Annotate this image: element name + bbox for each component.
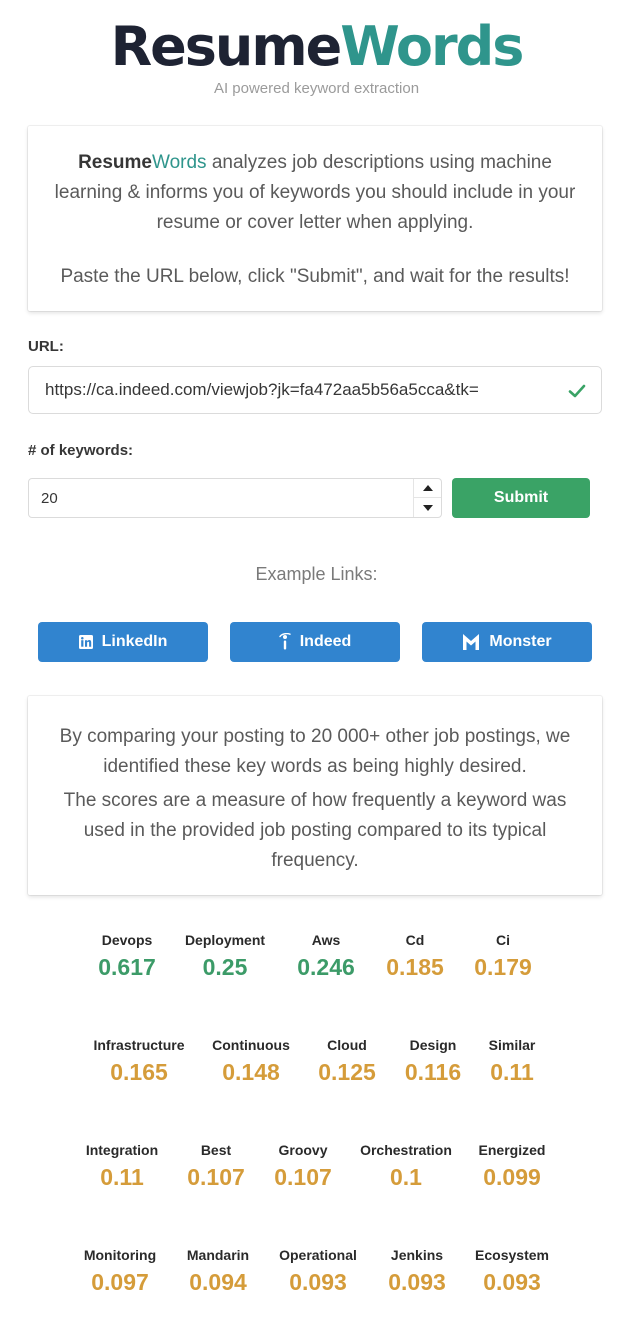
- keyword-result: Groovy 0.107: [243, 1141, 363, 1192]
- keyword-result: Infrastructure 0.165: [79, 1036, 199, 1087]
- keyword-score: 0.099: [483, 1164, 541, 1190]
- linkedin-example-label: LinkedIn: [101, 633, 168, 650]
- keyword-score: 0.093: [483, 1269, 541, 1295]
- logo-part-words: Words: [340, 15, 524, 78]
- app-logo: ResumeWords: [0, 14, 633, 80]
- indeed-icon: [279, 633, 291, 650]
- keyword-result: Similar 0.11: [452, 1036, 572, 1087]
- stepper-down-icon[interactable]: [414, 498, 441, 517]
- keywords-count-input[interactable]: [29, 479, 414, 517]
- url-label: URL:: [28, 338, 64, 355]
- check-icon: [567, 381, 587, 406]
- intro-brand-resume: Resume: [78, 152, 152, 173]
- keyword-score: 0.179: [474, 954, 532, 980]
- stepper-up-icon[interactable]: [414, 479, 441, 498]
- keywords-count-field: [28, 478, 442, 518]
- number-stepper: [413, 479, 441, 517]
- keyword-name: Orchestration: [360, 1142, 452, 1158]
- keyword-result: Energized 0.099: [452, 1141, 572, 1192]
- intro-brand-words: Words: [152, 152, 207, 173]
- monster-icon: [463, 634, 480, 650]
- keyword-score: 0.11: [490, 1059, 534, 1085]
- results-explanation-box: By comparing your posting to 20 000+ oth…: [28, 696, 602, 895]
- keyword-score: 0.1: [390, 1164, 422, 1190]
- explanation-text-2: The scores are a measure of how frequent…: [63, 790, 567, 871]
- keyword-result: Ecosystem 0.093: [452, 1246, 572, 1297]
- linkedin-icon: [78, 635, 93, 649]
- intro-text: ResumeWords analyzes job descriptions us…: [46, 148, 584, 238]
- indeed-example-label: Indeed: [299, 633, 352, 650]
- intro-box: ResumeWords analyzes job descriptions us…: [28, 126, 602, 311]
- example-links-title: Example Links:: [255, 564, 378, 584]
- linkedin-example-button[interactable]: LinkedIn: [38, 622, 208, 662]
- monster-example-button[interactable]: Monster: [422, 622, 592, 662]
- indeed-example-button[interactable]: Indeed: [230, 622, 400, 662]
- logo-part-resume: Resume: [110, 15, 343, 78]
- keyword-score: 0.165: [110, 1059, 168, 1085]
- keyword-name: Infrastructure: [93, 1037, 185, 1053]
- url-input[interactable]: [29, 367, 601, 413]
- tagline: AI powered keyword extraction: [213, 80, 420, 97]
- url-field: [28, 366, 602, 414]
- keyword-score: 0.107: [274, 1164, 332, 1190]
- keyword-name: Similar: [488, 1037, 536, 1053]
- keyword-result: Orchestration 0.1: [346, 1141, 466, 1192]
- keyword-name: Groovy: [278, 1142, 328, 1158]
- explanation-text-1: By comparing your posting to 20 000+ oth…: [59, 726, 571, 777]
- keyword-result: Ci 0.179: [443, 931, 563, 982]
- monster-example-label: Monster: [489, 633, 552, 650]
- keywords-count-label: # of keywords:: [28, 442, 134, 459]
- keyword-name: Ci: [496, 932, 510, 948]
- intro-instructions: Paste the URL below, click "Submit", and…: [60, 266, 570, 287]
- submit-button[interactable]: Submit: [452, 478, 590, 518]
- keyword-name: Energized: [478, 1142, 546, 1158]
- keyword-name: Ecosystem: [475, 1247, 549, 1263]
